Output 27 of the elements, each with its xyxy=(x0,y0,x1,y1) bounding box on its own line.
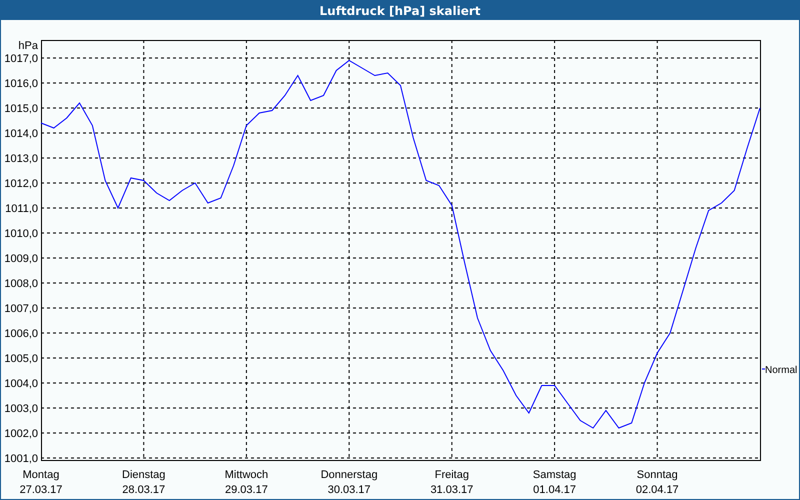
y-tick-label: 1003,0 xyxy=(4,403,38,415)
y-tick-label: 1007,0 xyxy=(4,303,38,315)
y-tick-label: 1012,0 xyxy=(4,178,38,190)
x-tick-label: Sonntag 02.04.17 xyxy=(636,469,679,496)
x-tick-label: Donnerstag 30.03.17 xyxy=(320,469,378,496)
x-tick-label: Samstag 01.04.17 xyxy=(532,469,576,496)
y-tick-label: 1006,0 xyxy=(4,328,38,340)
y-tick-label: 1010,0 xyxy=(4,228,38,240)
y-tick-label: 1011,0 xyxy=(5,203,38,215)
window-title: Luftdruck [hPa] skaliert xyxy=(320,2,480,20)
y-tick-label: 1009,0 xyxy=(4,253,38,265)
y-tick-label: 1004,0 xyxy=(4,378,38,390)
y-tick-label: 1005,0 xyxy=(4,353,38,365)
x-tick-label: Mittwoch 29.03.17 xyxy=(224,469,268,496)
legend-entry: Normal xyxy=(762,365,798,376)
y-tick-label: 1016,0 xyxy=(4,78,38,90)
y-tick-label: 1008,0 xyxy=(4,278,38,290)
y-tick-label: 1015,0 xyxy=(4,103,38,115)
y-tick-label: 1013,0 xyxy=(4,153,38,165)
x-tick-label: Dienstag 28.03.17 xyxy=(122,469,166,496)
x-tick-label: Freitag 31.03.17 xyxy=(430,469,474,496)
y-tick-label: 1017,0 xyxy=(4,53,38,65)
y-tick-label: 1014,0 xyxy=(4,128,38,140)
x-tick-label: Montag 27.03.17 xyxy=(20,469,62,496)
y-tick-label: 1002,0 xyxy=(4,428,38,440)
axis-label: hPa xyxy=(18,40,38,52)
y-tick-label: 1001,0 xyxy=(4,453,38,465)
